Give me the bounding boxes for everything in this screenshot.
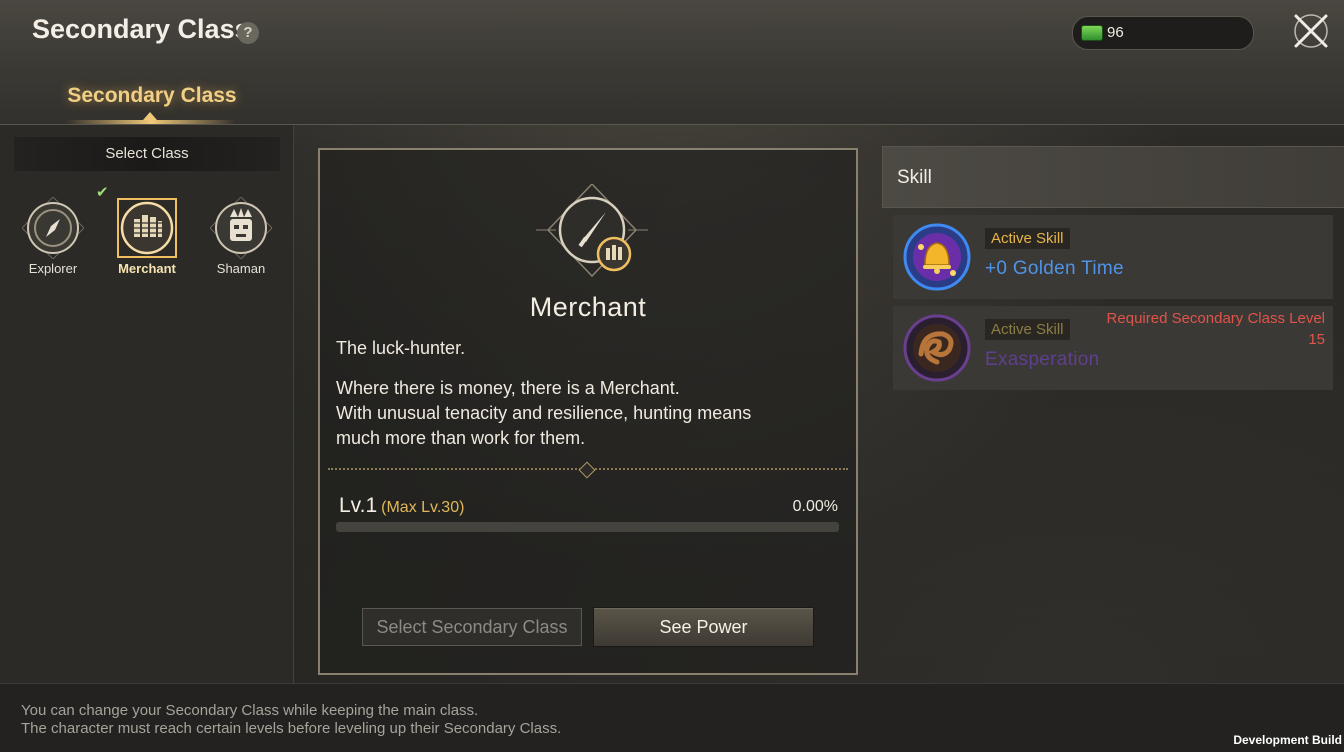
level-value: Lv.1	[339, 494, 378, 517]
compass-icon	[22, 197, 84, 259]
skill-row-exasperation[interactable]: Active Skill Exasperation Required Secon…	[893, 306, 1333, 390]
class-description: Where there is money, there is a Merchan…	[336, 378, 752, 448]
coin-stacks-icon	[117, 198, 177, 258]
skill-title: Skill	[897, 167, 932, 188]
class-select-panel: Select Class Explorer ✔ Merchant Shaman	[0, 125, 294, 683]
requirement-level: 15	[1308, 331, 1325, 348]
tab-active-indicator	[66, 120, 236, 124]
skill-tag: Active Skill	[985, 319, 1070, 340]
footer-hint-1: You can change your Secondary Class whil…	[21, 702, 479, 719]
class-option-shaman[interactable]: Shaman	[196, 187, 286, 277]
close-x-icon	[1294, 14, 1328, 48]
class-option-explorer[interactable]: Explorer	[8, 187, 98, 277]
dagger-icon	[536, 184, 648, 278]
cash-bundle-icon	[1081, 25, 1103, 41]
currency-value: 96	[1107, 24, 1124, 41]
header-bar: Secondary Class ? 96 Secondary Class	[0, 0, 1344, 125]
page-title: Secondary Class	[32, 14, 250, 44]
skill-name: +0 Golden Time	[985, 258, 1124, 279]
tab-notch-icon	[143, 112, 157, 120]
class-label: Explorer	[28, 261, 78, 276]
help-icon[interactable]: ?	[237, 22, 259, 44]
skill-header: Skill	[882, 146, 1344, 208]
development-build-label: Development Build	[1233, 733, 1342, 747]
skill-row-golden-time[interactable]: Active Skill +0 Golden Time	[893, 215, 1333, 299]
footer-hint-2: The character must reach certain levels …	[21, 720, 562, 737]
tab-secondary-class[interactable]: Secondary Class	[60, 84, 244, 108]
class-subtitle: The luck-hunter.	[336, 338, 466, 358]
currency-display: 96	[1072, 16, 1254, 50]
select-secondary-class-button[interactable]: Select Secondary Class	[362, 608, 582, 646]
skill-name: Exasperation	[985, 349, 1100, 370]
progress-bar	[336, 522, 839, 532]
tribal-mask-icon	[210, 197, 272, 259]
class-name: Merchant	[529, 292, 647, 322]
close-button[interactable]	[1290, 10, 1332, 52]
requirement-text: Required Secondary Class Level	[1106, 310, 1325, 327]
level-display: Lv.1 (Max Lv.30)	[339, 494, 464, 518]
select-class-title: Select Class	[14, 137, 280, 171]
footer: You can change your Secondary Class whil…	[0, 683, 1344, 752]
skill-tag: Active Skill	[985, 228, 1070, 249]
swirl-icon	[903, 314, 971, 382]
class-label: Merchant	[118, 261, 176, 276]
class-option-merchant[interactable]: ✔ Merchant	[96, 184, 192, 277]
skill-requirement: Required Secondary Class Level 15	[1107, 308, 1325, 350]
progress-percent: 0.00%	[792, 498, 838, 515]
see-power-button[interactable]: See Power	[593, 607, 814, 647]
check-icon: ✔	[96, 184, 109, 201]
class-detail-panel: Merchant The luck-hunter. Where there is…	[318, 148, 858, 675]
max-level: (Max Lv.30)	[381, 499, 465, 516]
golden-bell-icon	[903, 223, 971, 291]
class-label: Shaman	[216, 261, 266, 276]
